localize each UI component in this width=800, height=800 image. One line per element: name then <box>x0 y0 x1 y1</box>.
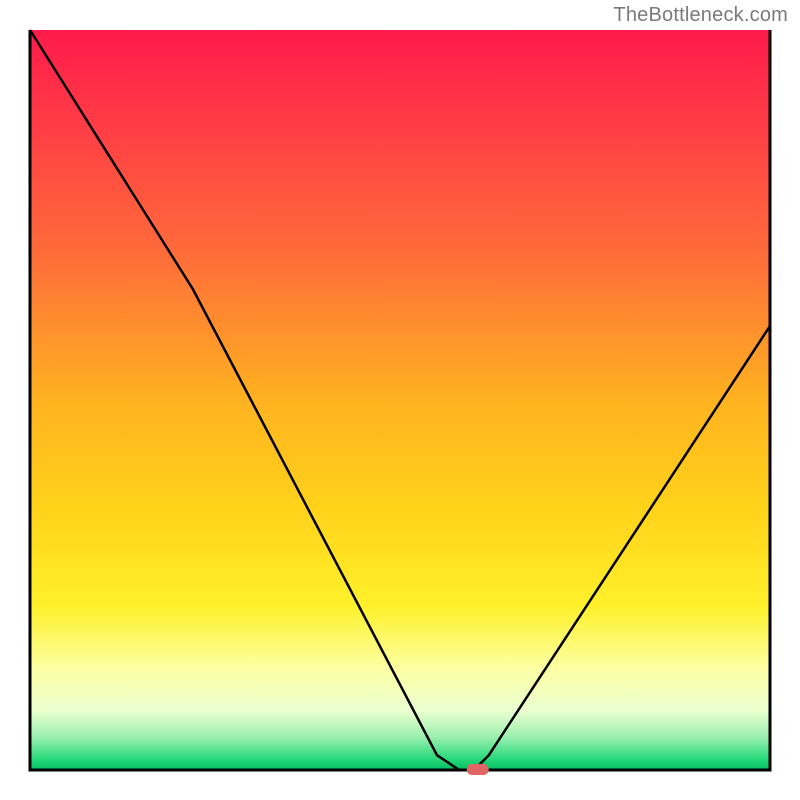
plot-background <box>30 30 770 770</box>
optimal-marker <box>467 764 489 775</box>
bottleneck-chart <box>0 0 800 800</box>
chart-stage: TheBottleneck.com <box>0 0 800 800</box>
